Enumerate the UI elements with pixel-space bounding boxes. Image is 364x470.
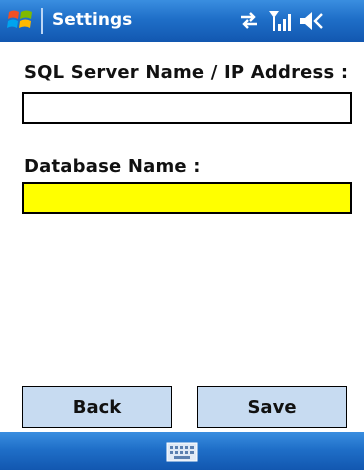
server-name-input[interactable] <box>22 92 352 124</box>
soft-key-bar <box>0 432 364 470</box>
connectivity-icon[interactable] <box>238 9 260 31</box>
keyboard-icon[interactable] <box>166 442 198 462</box>
window-title: Settings <box>52 10 133 30</box>
title-bar: Settings <box>0 0 364 42</box>
database-name-input[interactable] <box>22 182 352 214</box>
save-button[interactable]: Save <box>197 386 347 428</box>
server-name-label: SQL Server Name / IP Address : <box>24 62 349 83</box>
volume-icon[interactable] <box>298 9 324 33</box>
back-button[interactable]: Back <box>22 386 172 428</box>
start-flag-icon[interactable] <box>6 6 34 34</box>
title-separator <box>41 8 43 34</box>
database-name-label: Database Name : <box>24 156 201 177</box>
signal-icon[interactable] <box>268 9 292 33</box>
